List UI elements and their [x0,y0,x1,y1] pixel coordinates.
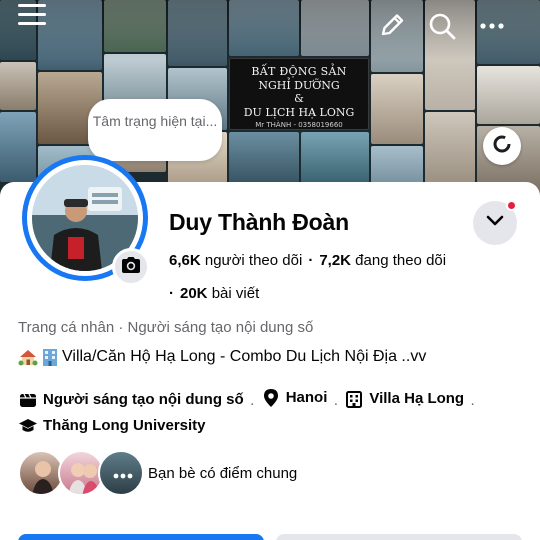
mutual-friends[interactable]: Bạn bè có điểm chung [18,450,297,496]
profile-category: Trang cá nhân · Người sáng tạo nội dung … [18,319,314,336]
office-building-icon [40,347,61,367]
video-clapper-icon [18,390,38,410]
search-icon[interactable] [424,8,460,44]
followers-count: 6,6K [169,252,201,269]
separator-dot: · [333,395,339,412]
camera-icon [120,255,142,280]
detail-location[interactable]: Hanoi [261,387,328,409]
cover-banner-line: NGHỈ DƯỠNG [258,79,340,92]
following-count: 7,2K [319,252,351,269]
primary-action-button[interactable] [18,534,264,540]
detail-workplace-text: Villa Hạ Long [369,390,465,407]
followers-stat[interactable]: 6,6K người theo dõi [169,252,302,269]
camera-icon [492,134,512,159]
cover-banner-line: & [294,92,304,105]
separator-dot: · [249,395,255,412]
graduation-cap-icon [18,416,38,436]
detail-education-text: Thăng Long University [43,417,206,434]
cover-camera-button[interactable] [483,127,521,165]
cover-banner-line: BẤT ĐỘNG SẢN [251,65,347,78]
secondary-action-button[interactable] [276,534,522,540]
following-label: đang theo dõi [355,252,447,269]
separator-dot: · [470,395,476,412]
chevron-down-icon [486,214,504,232]
status-bubble[interactable]: Tâm trạng hiện tại... [88,99,222,161]
cover-banner-line: DU LỊCH HẠ LONG [243,106,355,119]
detail-creator-text: Người sáng tạo nội dung số [43,391,244,408]
profile-name: Duy Thành Đoàn [169,209,349,235]
posts-stat-row: · 20K bài viết [169,285,259,302]
posts-label: bài viết [211,285,260,302]
detail-location-text: Hanoi [285,389,328,406]
detail-creator[interactable]: Người sáng tạo nội dung số [18,389,244,411]
separator-dot: · [169,285,174,302]
more-horizontal-icon[interactable] [474,8,510,44]
separator-dot: · [308,252,314,269]
followers-label: người theo dõi [204,252,303,269]
pencil-icon[interactable] [374,8,410,44]
posts-count: 20K [180,285,208,302]
status-bubble-text: Tâm trạng hiện tại... [92,113,218,129]
profile-bio: Villa/Căn Hộ Hạ Long - Combo Du Lịch Nội… [18,347,426,367]
notification-dot [506,200,517,211]
detail-education[interactable]: Thăng Long University [18,415,206,437]
profile-details: Người sáng tạo nội dung số · Hanoi · Vil… [18,387,528,441]
bio-text: Villa/Căn Hộ Hạ Long - Combo Du Lịch Nội… [62,348,427,365]
mutual-friends-label: Bạn bè có điểm chung [148,464,298,482]
profile-stats: 6,6K người theo dõi · 7,2K đang theo dõi [169,252,446,269]
cover-banner: BẤT ĐỘNG SẢN NGHỈ DƯỠNG & DU LỊCH HẠ LON… [229,58,369,130]
detail-workplace[interactable]: Villa Hạ Long [344,388,464,410]
following-stat[interactable]: 7,2K đang theo dõi [319,252,446,269]
posts-stat[interactable]: 20K bài viết [180,285,259,302]
cover-banner-line: Mr THÀNH - 0358019660 [255,121,343,129]
location-pin-icon [261,388,281,408]
building-icon [344,389,364,409]
friend-avatar[interactable] [98,450,144,496]
hamburger-menu-icon[interactable] [14,0,50,36]
house-garden-icon [18,347,39,367]
avatar-camera-button[interactable] [112,248,150,286]
